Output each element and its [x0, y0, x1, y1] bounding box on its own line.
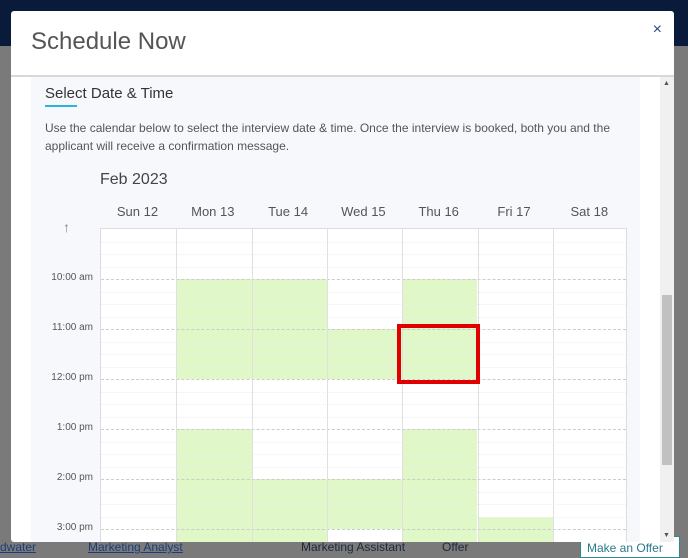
day-header: Mon 13	[191, 204, 235, 219]
scrollbar[interactable]: ▲ ▼	[660, 77, 674, 542]
time-label: 1:00 pm	[56, 422, 93, 433]
quarter-hour-line	[101, 454, 626, 455]
close-icon[interactable]: ×	[653, 21, 662, 39]
scroll-up-arrow-icon[interactable]: ↑	[63, 219, 70, 235]
quarter-hour-line	[101, 491, 626, 493]
modal-title: Schedule Now	[31, 28, 186, 55]
bg-job-link[interactable]: Marketing Analyst	[88, 540, 183, 554]
hour-line	[101, 429, 626, 430]
day-divider	[552, 229, 554, 542]
scroll-up-icon[interactable]: ▲	[663, 80, 670, 87]
section-title: Select Date & Time	[45, 85, 174, 102]
time-label: 11:00 am	[52, 322, 93, 333]
day-header: Tue 14	[268, 204, 309, 219]
time-label: 3:00 pm	[56, 522, 93, 533]
modal-header: Schedule Now ×	[11, 11, 674, 77]
calendar-grid	[100, 228, 627, 542]
day-divider	[477, 229, 479, 542]
hour-line	[101, 279, 626, 280]
quarter-hour-line	[101, 241, 626, 243]
quarter-hour-line	[101, 341, 626, 343]
description: Use the calendar below to select the int…	[45, 121, 610, 153]
available-slot[interactable]	[251, 479, 327, 542]
time-label: 12:00 pm	[51, 372, 93, 383]
day-header: Thu 16	[418, 204, 459, 219]
available-slot[interactable]	[402, 429, 478, 542]
bg-status: Offer	[442, 540, 469, 554]
quarter-hour-line	[101, 391, 626, 393]
quarter-hour-line	[101, 416, 626, 418]
available-slot[interactable]	[176, 429, 252, 542]
date-time-panel: Select Date & Time Use the calendar belo…	[31, 77, 640, 542]
quarter-hour-line	[101, 304, 626, 305]
hour-line	[101, 529, 626, 530]
quarter-hour-line	[101, 366, 626, 368]
quarter-hour-line	[101, 404, 626, 405]
day-header: Wed 15	[341, 204, 386, 219]
time-label: 2:00 pm	[56, 472, 93, 483]
day-header: Sat 18	[570, 204, 609, 219]
day-divider	[176, 229, 178, 542]
quarter-hour-line	[101, 266, 626, 268]
calendar-month: Feb 2023	[100, 171, 168, 188]
day-divider	[402, 229, 404, 542]
day-header: Fri 17	[497, 204, 531, 219]
hour-line	[101, 379, 626, 380]
quarter-hour-line	[101, 516, 626, 518]
schedule-modal: Schedule Now × Select Date & Time Use th…	[11, 11, 674, 542]
day-header: Sun 12	[116, 204, 159, 219]
quarter-hour-line	[101, 441, 626, 443]
hour-line	[101, 329, 626, 330]
day-divider	[251, 229, 253, 542]
title-underline	[45, 105, 77, 107]
bg-candidate-link[interactable]: dwater	[0, 540, 36, 554]
quarter-hour-line	[101, 354, 626, 355]
selected-slot[interactable]	[397, 324, 481, 384]
quarter-hour-line	[101, 504, 626, 505]
day-divider	[326, 229, 328, 542]
bg-position: Marketing Assistant	[301, 540, 406, 554]
quarter-hour-line	[101, 254, 626, 255]
scrollbar-thumb[interactable]	[662, 295, 672, 465]
quarter-hour-line	[101, 291, 626, 293]
modal-body: Select Date & Time Use the calendar belo…	[11, 77, 674, 542]
time-label: 10:00 am	[51, 272, 93, 283]
quarter-hour-line	[101, 541, 626, 542]
scroll-down-icon[interactable]: ▼	[663, 532, 670, 539]
hour-line	[101, 479, 626, 480]
quarter-hour-line	[101, 466, 626, 468]
quarter-hour-line	[101, 316, 626, 318]
